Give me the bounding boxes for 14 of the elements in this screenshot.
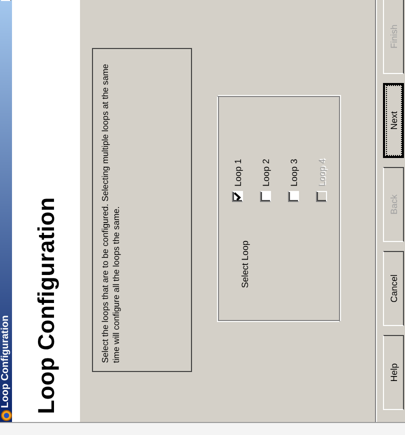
dialog-button[interactable]: Help (383, 335, 404, 410)
window-title: Loop Configuration (0, 314, 12, 408)
checkbox-label: Loop 2 (260, 158, 270, 186)
group-label: Select Loop (240, 240, 251, 288)
page-title: Loop Configuration (32, 197, 60, 414)
dialog-button[interactable]: Cancel (383, 251, 404, 326)
description-text: Select the loops that are to be configured. Selecting multiple loops at the same time will configure all the loops the same. (100, 62, 122, 363)
checkbox[interactable] (288, 191, 299, 202)
app-icon (0, 410, 12, 421)
checkbox-label: Loop 1 (232, 158, 242, 186)
dialog-button[interactable]: Next (383, 83, 404, 158)
checkbox[interactable] (260, 191, 271, 202)
checkbox[interactable] (232, 191, 243, 202)
checkbox-label: Loop 3 (288, 158, 298, 186)
